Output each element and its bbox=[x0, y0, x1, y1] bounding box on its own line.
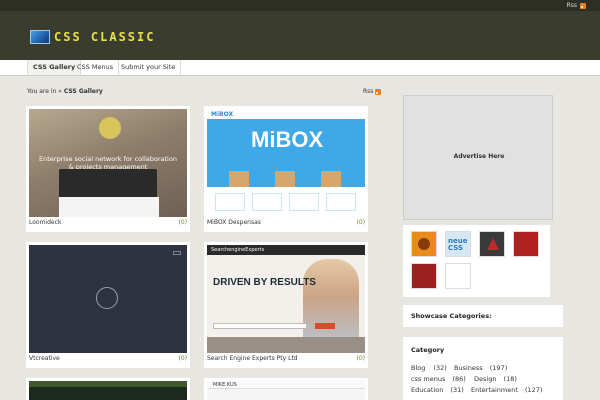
card-title[interactable]: Loomideck bbox=[29, 219, 61, 226]
thumb-submit bbox=[315, 323, 335, 329]
top-bar: Rss bbox=[0, 0, 600, 11]
gallery-card[interactable]: Vtcreative (0) bbox=[26, 242, 190, 368]
rss-link[interactable]: Rss bbox=[567, 2, 586, 9]
thumb-column bbox=[289, 193, 319, 211]
breadcrumb: You are in » CSS Gallery bbox=[27, 88, 103, 95]
thumb-headline: DRIVEN BY RESULTS bbox=[213, 277, 316, 288]
site-header: CSS CLASSIC bbox=[0, 11, 600, 60]
thumb-column bbox=[215, 193, 245, 211]
card-title[interactable]: Vtcreative bbox=[29, 355, 60, 362]
site-thumbnail[interactable]: SearchengineExperts DRIVEN BY RESULTS bbox=[207, 245, 365, 353]
content-rss-link[interactable]: Rss bbox=[363, 88, 382, 95]
sponsor-logo[interactable]: neue CSS bbox=[445, 231, 471, 257]
gallery-card[interactable]: Enterprise social network for collaborat… bbox=[26, 106, 190, 232]
nav-item-css-menus[interactable]: CSS Menus bbox=[72, 60, 120, 75]
sponsor-logo-mark bbox=[487, 238, 499, 250]
thumb-box bbox=[229, 171, 249, 187]
category-link-entertainment[interactable]: Entertainment (127) bbox=[471, 386, 542, 394]
thumb-navbar: MIKE KUS bbox=[207, 381, 365, 389]
site-thumbnail[interactable] bbox=[29, 381, 187, 400]
gallery-card[interactable]: MIKE KUS bbox=[204, 378, 368, 400]
logo-icon bbox=[30, 30, 50, 44]
category-name[interactable]: Entertainment bbox=[471, 386, 518, 394]
advert-box[interactable]: Advertise Here bbox=[403, 95, 553, 220]
category-count: (32) bbox=[433, 364, 447, 372]
thumb-brand: SearchengineExperts bbox=[211, 247, 265, 253]
showcase-title: Showcase Categories: bbox=[411, 312, 492, 320]
site-thumbnail[interactable]: Enterprise social network for collaborat… bbox=[29, 109, 187, 217]
sponsor-logo-mark bbox=[418, 238, 430, 250]
card-title[interactable]: MiBOX Despensas bbox=[207, 219, 261, 226]
category-count: (197) bbox=[489, 364, 508, 372]
site-thumbnail[interactable]: MIKE KUS bbox=[207, 381, 365, 400]
sponsor-logo[interactable] bbox=[411, 231, 437, 257]
rss-icon[interactable] bbox=[580, 2, 586, 9]
content-rss-label[interactable]: Rss bbox=[363, 88, 373, 95]
thumb-footer bbox=[207, 337, 365, 353]
main-nav: CSS Gallery CSS Menus Submit your Site bbox=[0, 60, 600, 76]
sponsor-logo[interactable] bbox=[513, 231, 539, 257]
thumb-navbar: SearchengineExperts bbox=[207, 245, 365, 255]
category-link-blog[interactable]: Blog (32) bbox=[411, 364, 447, 372]
category-link-design[interactable]: Design (18) bbox=[474, 375, 517, 383]
sponsor-logo[interactable] bbox=[445, 263, 471, 289]
gallery-card[interactable]: SearchengineExperts DRIVEN BY RESULTS Se… bbox=[204, 242, 368, 368]
card-title[interactable]: Search Engine Experts Pty Ltd bbox=[207, 355, 298, 362]
sponsor-widget: neue CSS bbox=[403, 225, 550, 297]
site-thumbnail[interactable] bbox=[29, 245, 187, 353]
category-name[interactable]: Blog bbox=[411, 364, 425, 372]
category-name[interactable]: Education bbox=[411, 386, 443, 394]
gallery-card[interactable] bbox=[26, 378, 190, 400]
thumb-menu-button bbox=[173, 251, 181, 255]
thumb-column bbox=[326, 193, 356, 211]
rss-icon[interactable] bbox=[375, 88, 382, 95]
thumb-form bbox=[213, 323, 307, 329]
thumb-brand: MiBOX bbox=[211, 111, 234, 118]
advert-label[interactable]: Advertise Here bbox=[404, 153, 554, 160]
category-link-css-menus[interactable]: css menus (86) bbox=[411, 375, 466, 383]
category-name[interactable]: Design bbox=[474, 375, 496, 383]
comment-count[interactable]: (0) bbox=[357, 355, 366, 362]
sponsor-logo[interactable] bbox=[411, 263, 437, 289]
thumb-navbar bbox=[29, 381, 187, 387]
thumb-panel bbox=[59, 197, 159, 217]
category-count: (127) bbox=[524, 386, 543, 394]
thumb-logo bbox=[99, 117, 121, 139]
category-title: Category bbox=[411, 346, 445, 354]
thumb-hero-text: MiBOX bbox=[251, 127, 324, 152]
thumb-logo-ring bbox=[96, 287, 118, 309]
category-count: (31) bbox=[450, 386, 464, 394]
site-logo[interactable]: CSS CLASSIC bbox=[30, 30, 155, 44]
category-count: (86) bbox=[452, 375, 466, 383]
breadcrumb-current[interactable]: CSS Gallery bbox=[64, 88, 103, 95]
sponsor-logo[interactable] bbox=[479, 231, 505, 257]
breadcrumb-prefix: You are in » bbox=[27, 88, 62, 95]
logo-text[interactable]: CSS CLASSIC bbox=[54, 30, 155, 44]
gallery-card[interactable]: MiBOX MiBOX MiBOX Despensas (0) bbox=[204, 106, 368, 232]
comment-count[interactable]: (0) bbox=[179, 355, 188, 362]
site-thumbnail[interactable]: MiBOX MiBOX bbox=[207, 109, 365, 217]
sponsor-logo-text: neue CSS bbox=[448, 237, 468, 252]
thumb-column bbox=[252, 193, 282, 211]
category-link-business[interactable]: Business (197) bbox=[454, 364, 507, 372]
showcase-widget: Showcase Categories: bbox=[403, 305, 563, 327]
category-name[interactable]: css menus bbox=[411, 375, 445, 383]
comment-count[interactable]: (0) bbox=[179, 219, 188, 226]
thumb-box bbox=[321, 171, 341, 187]
category-name[interactable]: Business bbox=[454, 364, 483, 372]
nav-item-submit-site[interactable]: Submit your Site bbox=[116, 60, 182, 75]
thumb-box bbox=[275, 171, 295, 187]
thumb-brand: MIKE KUS bbox=[213, 382, 237, 388]
category-count: (18) bbox=[503, 375, 517, 383]
rss-label[interactable]: Rss bbox=[567, 2, 577, 9]
category-widget: Category Blog (32) Business (197) css me… bbox=[403, 337, 563, 400]
thumb-navbar: MiBOX bbox=[207, 109, 365, 119]
comment-count[interactable]: (0) bbox=[357, 219, 366, 226]
category-link-education[interactable]: Education (31) bbox=[411, 386, 464, 394]
